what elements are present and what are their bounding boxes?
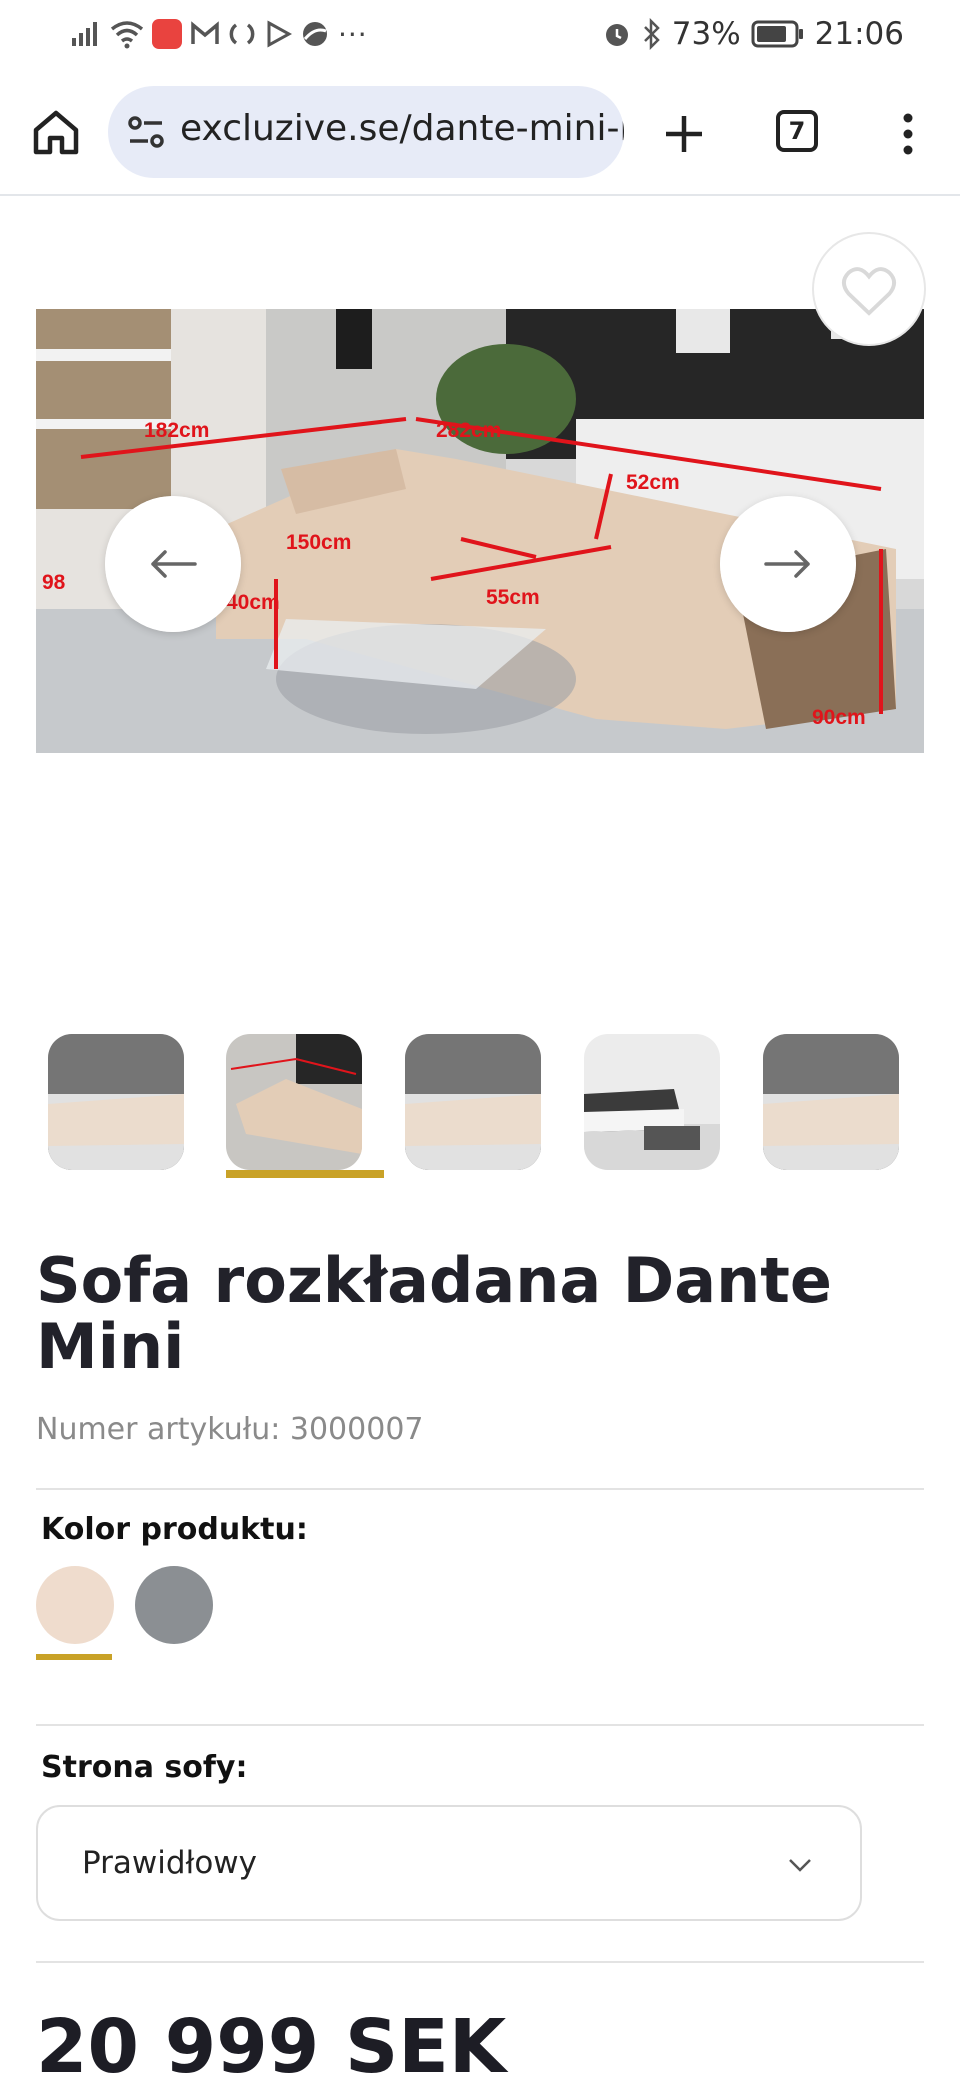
more-notifications-indicator: ···	[338, 17, 368, 51]
battery-percentage: 73%	[671, 16, 741, 52]
thumbnail-4[interactable]	[584, 1034, 720, 1170]
dimension-label: 98	[42, 571, 66, 594]
product-price: 20 999 SEK	[36, 2004, 507, 2090]
divider	[36, 1488, 924, 1490]
site-settings-icon[interactable]	[126, 112, 166, 152]
huawei-app-icon	[152, 19, 182, 49]
play-icon	[267, 20, 292, 48]
more-menu-icon[interactable]	[880, 106, 936, 162]
gallery-prev-arrow-icon[interactable]	[105, 496, 241, 632]
dimension-label: 40cm	[226, 591, 280, 614]
address-bar[interactable]: excluzive.se/dante-mini-b	[108, 86, 624, 178]
tab-switcher-button[interactable]: 7	[776, 110, 818, 152]
bluetooth-icon	[643, 18, 660, 50]
clock: 21:06	[814, 16, 904, 52]
favorite-heart-icon[interactable]	[812, 232, 926, 346]
status-bar: ··· 73% 21:06	[0, 0, 960, 66]
divider	[36, 1961, 924, 1963]
thumbnail-2[interactable]	[226, 1034, 362, 1170]
color-selected-indicator	[36, 1654, 112, 1660]
color-label: Kolor produktu:	[41, 1512, 308, 1547]
dimension-label: 90cm	[812, 706, 866, 729]
alarm-icon	[605, 24, 628, 46]
browser-toolbar: excluzive.se/dante-mini-b 7	[0, 66, 960, 196]
sofa-side-value: Prawidłowy	[82, 1845, 258, 1881]
chevron-down-icon	[789, 1859, 811, 1872]
sofa-side-select[interactable]: Prawidłowy	[36, 1805, 862, 1921]
color-swatch-gray[interactable]	[135, 1566, 213, 1644]
status-right: 73% 21:06	[602, 14, 904, 54]
gallery-next-arrow-icon[interactable]	[720, 496, 856, 632]
status-left-icons: ···	[70, 14, 368, 54]
dimension-label: 55cm	[486, 586, 540, 609]
home-icon[interactable]	[28, 104, 84, 160]
article-number: Numer artykułu: 3000007	[36, 1412, 424, 1447]
dimension-label: 150cm	[286, 531, 351, 554]
wifi-icon	[110, 21, 144, 49]
thumbnail-5[interactable]	[763, 1034, 899, 1170]
thumbnail-selected-indicator	[226, 1170, 384, 1178]
divider	[36, 1724, 924, 1726]
dimension-label: 182cm	[144, 419, 209, 442]
dimension-label: 282cm	[436, 419, 501, 442]
dimension-label: 52cm	[626, 471, 680, 494]
url-text[interactable]: excluzive.se/dante-mini-b	[180, 108, 624, 149]
battery-icon	[751, 20, 803, 48]
thumbnail-strip	[48, 1034, 912, 1180]
signal-icon	[72, 22, 97, 46]
gmail-icon	[191, 21, 219, 44]
sofa-side-label: Strona sofy:	[41, 1750, 248, 1785]
thumbnail-3[interactable]	[405, 1034, 541, 1170]
product-title: Sofa rozkładana Dante Mini	[36, 1244, 832, 1383]
new-tab-icon[interactable]	[656, 106, 712, 162]
thumbnail-1[interactable]	[48, 1034, 184, 1170]
color-swatch-beige[interactable]	[36, 1566, 114, 1644]
vpn-icon	[303, 22, 327, 46]
sync-icon	[229, 23, 255, 45]
